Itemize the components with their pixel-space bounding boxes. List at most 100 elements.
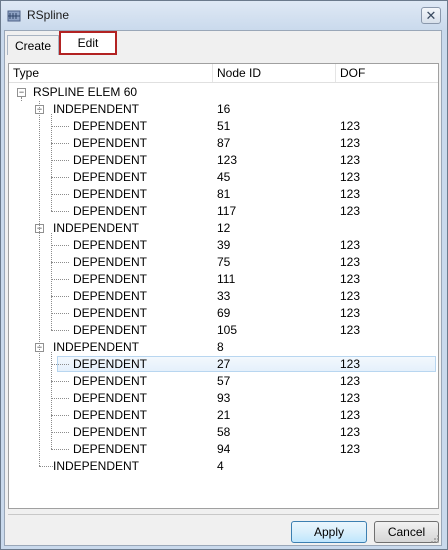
- dependent-row[interactable]: DEPENDENT 57 123: [9, 373, 438, 390]
- tree-connector-line: [39, 466, 53, 467]
- tree-connector-line: [51, 233, 52, 330]
- node-id-value: 123: [217, 153, 238, 167]
- column-dof[interactable]: DOF: [336, 64, 438, 82]
- node-id-value: 105: [217, 323, 238, 337]
- node-type-label: DEPENDENT: [73, 289, 148, 303]
- dependent-row[interactable]: DEPENDENT 39 123: [9, 237, 438, 254]
- dependent-row[interactable]: DEPENDENT 81 123: [9, 186, 438, 203]
- tree-root-row[interactable]: − RSPLINE ELEM 60: [9, 84, 438, 101]
- node-id-value: 69: [217, 306, 231, 320]
- node-id-value: 8: [217, 340, 224, 354]
- tree-connector-line: [51, 415, 69, 416]
- tree-connector-line: [51, 279, 69, 280]
- node-type-label: DEPENDENT: [73, 255, 148, 269]
- independent-row[interactable]: − INDEPENDENT 8: [9, 339, 438, 356]
- independent-row[interactable]: INDEPENDENT 4: [9, 458, 438, 475]
- node-id-value: 94: [217, 442, 231, 456]
- dependent-row[interactable]: DEPENDENT 69 123: [9, 305, 438, 322]
- node-type-label: DEPENDENT: [73, 153, 148, 167]
- node-type-label: INDEPENDENT: [53, 221, 140, 235]
- independent-row[interactable]: − INDEPENDENT 16: [9, 101, 438, 118]
- dof-value: 123: [340, 187, 361, 201]
- dependent-row[interactable]: DEPENDENT 45 123: [9, 169, 438, 186]
- node-id-value: 57: [217, 374, 231, 388]
- tree-connector-line: [21, 97, 22, 101]
- dof-value: 123: [340, 357, 361, 371]
- tree-connector-line: [51, 296, 69, 297]
- tree-connector-line: [51, 245, 69, 246]
- node-id-value: 93: [217, 391, 231, 405]
- tree-connector-line: [51, 143, 69, 144]
- node-type-label: DEPENDENT: [73, 374, 148, 388]
- node-id-value: 27: [217, 357, 231, 371]
- node-type-label: INDEPENDENT: [53, 340, 140, 354]
- dependent-row[interactable]: DEPENDENT 58 123: [9, 424, 438, 441]
- tab-create[interactable]: Create: [7, 35, 59, 55]
- dof-value: 123: [340, 170, 361, 184]
- dependent-row[interactable]: DEPENDENT 105 123: [9, 322, 438, 339]
- tree-connector-line: [51, 364, 69, 365]
- rspline-window: RSpline ✕ Create Edit Type Node ID DOF −…: [0, 0, 448, 550]
- dof-value: 123: [340, 153, 361, 167]
- tree-connector-line: [51, 313, 69, 314]
- collapse-icon[interactable]: −: [17, 88, 26, 97]
- dependent-row[interactable]: DEPENDENT 33 123: [9, 288, 438, 305]
- node-type-label: DEPENDENT: [73, 272, 148, 286]
- dependent-row[interactable]: DEPENDENT 75 123: [9, 254, 438, 271]
- dependent-row[interactable]: DEPENDENT 51 123: [9, 118, 438, 135]
- dependent-row[interactable]: DEPENDENT 117 123: [9, 203, 438, 220]
- dof-value: 123: [340, 255, 361, 269]
- column-node-id[interactable]: Node ID: [213, 64, 336, 82]
- dof-value: 123: [340, 136, 361, 150]
- dof-value: 123: [340, 425, 361, 439]
- tab-edit[interactable]: Edit: [59, 31, 117, 55]
- root-label: RSPLINE ELEM 60: [33, 85, 138, 99]
- node-type-label: DEPENDENT: [73, 306, 148, 320]
- dependent-row[interactable]: DEPENDENT 94 123: [9, 441, 438, 458]
- tree-connector-line: [51, 381, 69, 382]
- dof-value: 123: [340, 306, 361, 320]
- resize-grip-icon[interactable]: [430, 534, 440, 544]
- apply-button[interactable]: Apply: [291, 521, 367, 543]
- node-type-label: DEPENDENT: [73, 187, 148, 201]
- node-type-label: DEPENDENT: [73, 170, 148, 184]
- node-id-value: 75: [217, 255, 231, 269]
- dependent-row[interactable]: DEPENDENT 93 123: [9, 390, 438, 407]
- independent-row[interactable]: − INDEPENDENT 12: [9, 220, 438, 237]
- window-title: RSpline: [27, 8, 70, 22]
- rspline-tree-view[interactable]: Type Node ID DOF − RSPLINE ELEM 60− INDEPE…: [8, 63, 439, 509]
- tree-connector-line: [51, 330, 69, 331]
- dependent-row[interactable]: DEPENDENT 27 123: [9, 356, 438, 373]
- dependent-row[interactable]: DEPENDENT 87 123: [9, 135, 438, 152]
- column-type[interactable]: Type: [9, 64, 213, 82]
- dependent-row[interactable]: DEPENDENT 21 123: [9, 407, 438, 424]
- tree-connector-line: [51, 114, 52, 211]
- node-id-value: 12: [217, 221, 231, 235]
- dependent-row[interactable]: DEPENDENT 123 123: [9, 152, 438, 169]
- node-id-value: 45: [217, 170, 231, 184]
- node-type-label: DEPENDENT: [73, 425, 148, 439]
- node-id-value: 16: [217, 102, 231, 116]
- tree-connector-line: [51, 177, 69, 178]
- node-type-label: DEPENDENT: [73, 238, 148, 252]
- tree-connector-line: [51, 194, 69, 195]
- tree-connector-line: [51, 126, 69, 127]
- dependent-row[interactable]: DEPENDENT 111 123: [9, 271, 438, 288]
- dof-value: 123: [340, 204, 361, 218]
- tab-strip: Create Edit: [5, 31, 441, 57]
- node-id-value: 51: [217, 119, 231, 133]
- node-id-value: 33: [217, 289, 231, 303]
- title-bar[interactable]: RSpline ✕: [1, 1, 447, 31]
- tree-connector-line: [51, 352, 52, 449]
- column-header: Type Node ID DOF: [9, 64, 438, 83]
- dof-value: 123: [340, 323, 361, 337]
- node-type-label: DEPENDENT: [73, 136, 148, 150]
- tree-connector-line: [51, 432, 69, 433]
- tree-connector-line: [51, 449, 69, 450]
- node-type-label: DEPENDENT: [73, 391, 148, 405]
- tree-connector-line: [51, 211, 69, 212]
- node-type-label: DEPENDENT: [73, 204, 148, 218]
- node-id-value: 58: [217, 425, 231, 439]
- footer-divider: [8, 514, 439, 515]
- close-button[interactable]: ✕: [421, 7, 441, 24]
